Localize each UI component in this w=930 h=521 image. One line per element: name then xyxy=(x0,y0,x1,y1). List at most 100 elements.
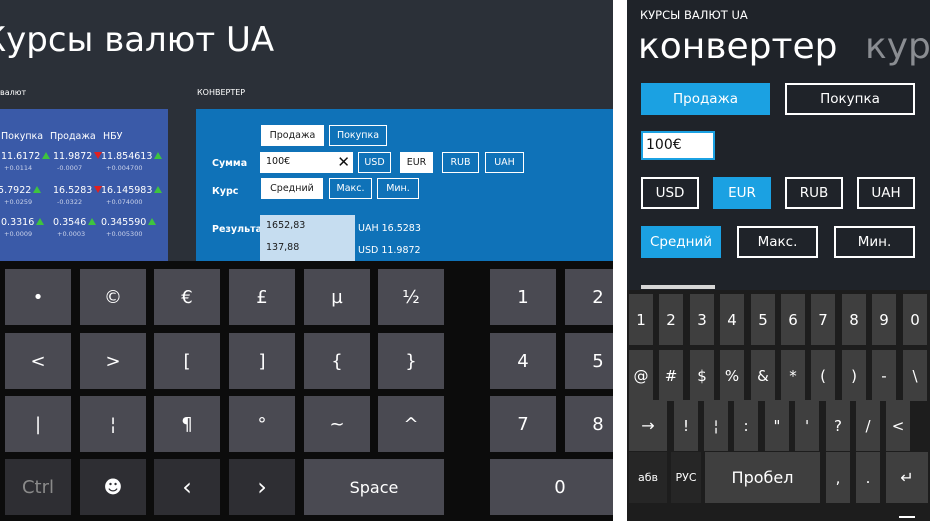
rate-min-button[interactable]: Мин. xyxy=(377,178,419,199)
key-tilde[interactable]: ~ xyxy=(304,396,370,452)
up-arrow-icon xyxy=(42,152,51,159)
key-pilcrow[interactable]: ¶ xyxy=(154,396,220,452)
currency-usd-button[interactable]: USD xyxy=(358,152,391,173)
key-dollar[interactable]: $ xyxy=(690,350,714,401)
key-left-arrow[interactable]: ‹ xyxy=(154,459,220,515)
key-2[interactable]: 2 xyxy=(659,294,683,345)
phone-rate-min[interactable]: Мин. xyxy=(834,226,915,258)
result-uah-rate: UAH 16.5283 xyxy=(358,223,421,234)
key-num-5[interactable]: 5 xyxy=(565,333,613,389)
key-asterisk[interactable]: * xyxy=(781,350,805,401)
rate-avg-button[interactable]: Средний xyxy=(261,178,323,199)
key-num-1[interactable]: 1 xyxy=(490,269,556,325)
key-open-brace[interactable]: { xyxy=(304,333,370,389)
phone-rate-max[interactable]: Макс. xyxy=(737,226,818,258)
rate-rub-buy-delta: +0.0009 xyxy=(4,230,33,238)
tab-arrow-icon[interactable]: → xyxy=(629,400,667,451)
key-open-paren[interactable]: ( xyxy=(811,350,835,401)
rate-max-button[interactable]: Макс. xyxy=(329,178,372,199)
phone-currency-rub[interactable]: RUB xyxy=(785,177,843,209)
key-greater-than[interactable]: > xyxy=(80,333,146,389)
phone-sell-button[interactable]: Продажа xyxy=(641,83,770,115)
header-sell: Продажа xyxy=(50,131,96,142)
key-4[interactable]: 4 xyxy=(720,294,744,345)
phone-currency-eur[interactable]: EUR xyxy=(713,177,771,209)
phone-currency-usd[interactable]: USD xyxy=(641,177,699,209)
key-6[interactable]: 6 xyxy=(781,294,805,345)
emoji-icon[interactable]: ☻ xyxy=(80,459,146,515)
sum-label: Сумма xyxy=(212,158,248,169)
phone-currency-uah[interactable]: UAH xyxy=(857,177,915,209)
key-double-quote[interactable]: " xyxy=(765,400,789,451)
result-field-edge xyxy=(641,285,715,289)
key-bullet[interactable]: • xyxy=(5,269,71,325)
key-language[interactable]: РУС xyxy=(671,452,701,503)
key-open-bracket[interactable]: [ xyxy=(154,333,220,389)
key-backslash[interactable]: \ xyxy=(903,350,927,401)
key-less-than-phone[interactable]: < xyxy=(886,400,910,451)
currency-rub-button[interactable]: RUB xyxy=(442,152,479,173)
key-percent[interactable]: % xyxy=(720,350,744,401)
key-single-quote[interactable]: ' xyxy=(795,400,819,451)
key-7[interactable]: 7 xyxy=(811,294,835,345)
key-space[interactable]: Space xyxy=(304,459,444,515)
key-slash[interactable]: / xyxy=(856,400,880,451)
key-9[interactable]: 9 xyxy=(872,294,896,345)
key-broken-bar[interactable]: ¦ xyxy=(80,396,146,452)
key-ctrl[interactable]: Ctrl xyxy=(5,459,71,515)
key-question[interactable]: ? xyxy=(826,400,850,451)
rates-section-label: валют xyxy=(0,88,27,97)
currency-uah-button[interactable]: UAH xyxy=(485,152,524,173)
key-half[interactable]: ½ xyxy=(378,269,444,325)
key-close-paren[interactable]: ) xyxy=(842,350,866,401)
pivot-rates[interactable]: курс xyxy=(865,26,930,67)
key-num-2[interactable]: 2 xyxy=(565,269,613,325)
key-colon[interactable]: : xyxy=(734,400,758,451)
clear-icon[interactable]: ✕ xyxy=(337,153,350,171)
up-arrow-icon xyxy=(154,152,163,159)
key-caret[interactable]: ^ xyxy=(378,396,444,452)
key-copyright[interactable]: © xyxy=(80,269,146,325)
key-0[interactable]: 0 xyxy=(903,294,927,345)
key-ampersand[interactable]: & xyxy=(751,350,775,401)
sell-toggle-button[interactable]: Продажа xyxy=(261,125,324,146)
key-num-8[interactable]: 8 xyxy=(565,396,613,452)
pivot-converter[interactable]: конвертер xyxy=(638,26,838,67)
key-micro[interactable]: µ xyxy=(304,269,370,325)
key-pound[interactable]: £ xyxy=(229,269,295,325)
sum-input[interactable]: 100€ ✕ xyxy=(260,152,353,173)
phone-buy-button[interactable]: Покупка xyxy=(785,83,915,115)
key-period[interactable]: . xyxy=(856,452,880,503)
rate-eur-sell: 16.5283 xyxy=(53,185,103,196)
key-abc-layout[interactable]: абв xyxy=(629,452,667,503)
buy-toggle-button[interactable]: Покупка xyxy=(329,125,387,146)
key-5[interactable]: 5 xyxy=(751,294,775,345)
key-space-phone[interactable]: Пробел xyxy=(705,452,820,503)
key-close-brace[interactable]: } xyxy=(378,333,444,389)
rate-usd-sell: 11.9872 xyxy=(53,151,103,162)
key-right-arrow[interactable]: › xyxy=(229,459,295,515)
key-close-bracket[interactable]: ] xyxy=(229,333,295,389)
key-minus[interactable]: - xyxy=(872,350,896,401)
key-exclamation[interactable]: ! xyxy=(674,400,698,451)
nav-indicator xyxy=(899,516,915,518)
key-euro[interactable]: € xyxy=(154,269,220,325)
key-num-7[interactable]: 7 xyxy=(490,396,556,452)
key-3[interactable]: 3 xyxy=(690,294,714,345)
key-hash[interactable]: # xyxy=(659,350,683,401)
key-1[interactable]: 1 xyxy=(629,294,653,345)
phone-amount-input[interactable]: 100€ xyxy=(641,131,715,160)
key-pipe[interactable]: | xyxy=(5,396,71,452)
phone-rate-avg[interactable]: Средний xyxy=(641,226,721,258)
key-at[interactable]: @ xyxy=(629,350,653,401)
key-broken-bar-phone[interactable]: ¦ xyxy=(704,400,728,451)
key-comma[interactable]: , xyxy=(826,452,850,503)
key-num-0[interactable]: 0 xyxy=(490,459,613,515)
key-degree[interactable]: ° xyxy=(229,396,295,452)
key-8[interactable]: 8 xyxy=(842,294,866,345)
currency-eur-button[interactable]: EUR xyxy=(400,152,433,173)
enter-icon[interactable]: ↵ xyxy=(886,452,928,503)
key-less-than[interactable]: < xyxy=(5,333,71,389)
key-num-4[interactable]: 4 xyxy=(490,333,556,389)
rate-rub-sell: 0.3546 xyxy=(53,217,97,228)
